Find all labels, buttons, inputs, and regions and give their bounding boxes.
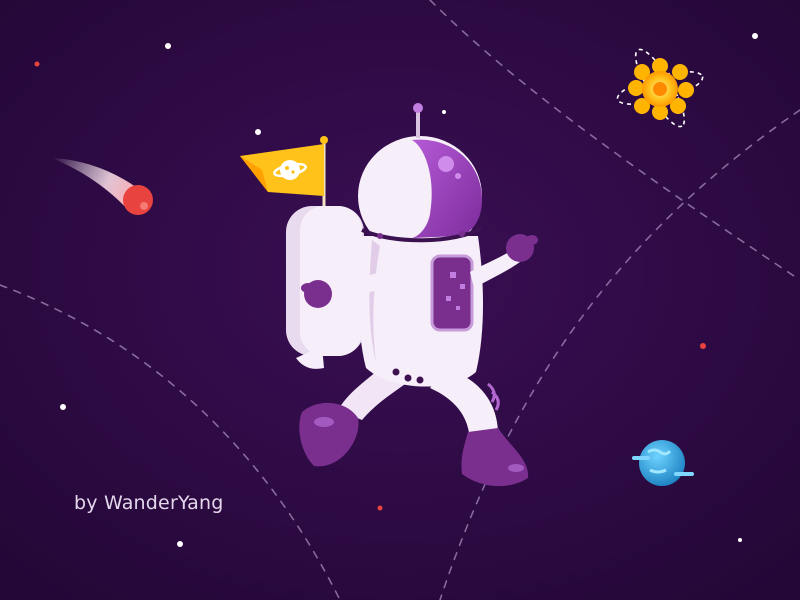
space-scene: by WanderYang [0, 0, 800, 600]
author-credit: by WanderYang [74, 492, 224, 514]
